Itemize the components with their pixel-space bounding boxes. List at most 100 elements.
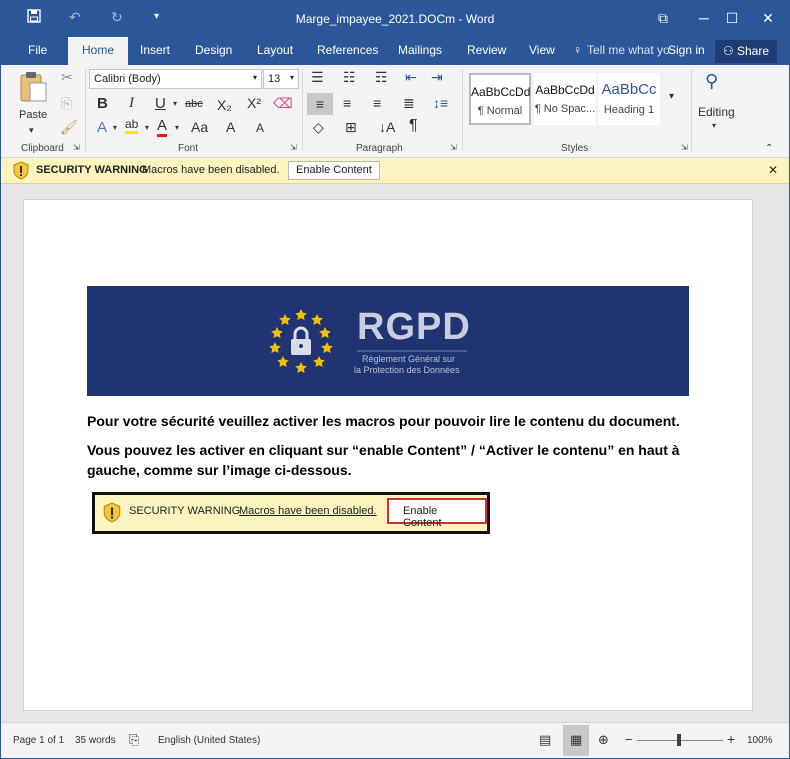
style-name: ¶ Normal bbox=[477, 105, 523, 117]
decrease-indent-icon[interactable]: ⇤ bbox=[405, 69, 417, 86]
justify-icon[interactable]: ≣ bbox=[403, 95, 415, 112]
styles-group-label: Styles bbox=[561, 143, 589, 154]
status-bar: Page 1 of 1 35 words ⎘ English (United S… bbox=[1, 722, 789, 758]
chevron-down-icon: ▾ bbox=[289, 73, 294, 82]
tab-references[interactable]: References bbox=[317, 43, 378, 57]
grow-font-button[interactable]: A bbox=[226, 119, 235, 135]
collapse-ribbon-icon[interactable]: ⌃ bbox=[765, 143, 773, 154]
search-icon[interactable]: ⚲ bbox=[705, 71, 718, 92]
enable-content-button[interactable]: Enable Content bbox=[288, 161, 380, 180]
underline-button[interactable]: U bbox=[155, 95, 166, 112]
editing-dropdown-icon[interactable]: ▾ bbox=[712, 121, 716, 130]
maximize-button[interactable]: ☐ bbox=[717, 7, 747, 29]
tab-mailings[interactable]: Mailings bbox=[398, 43, 442, 57]
cut-icon[interactable]: ✂ bbox=[61, 69, 73, 86]
banner-subtitle-2: la Protection des Données bbox=[354, 365, 460, 375]
shield-warning-icon bbox=[103, 502, 121, 526]
italic-button[interactable]: I bbox=[129, 95, 134, 112]
copy-icon[interactable]: ⎘ bbox=[61, 95, 72, 112]
sign-in-link[interactable]: Sign in bbox=[668, 43, 705, 57]
close-button[interactable]: ✕ bbox=[753, 7, 783, 29]
tell-me-icon[interactable]: ♀ bbox=[573, 43, 582, 57]
tab-view[interactable]: View bbox=[529, 43, 555, 57]
proofing-icon[interactable]: ⎘ bbox=[129, 732, 139, 748]
editing-button[interactable]: Editing bbox=[698, 105, 735, 119]
styles-more-icon[interactable]: ▾ bbox=[669, 91, 674, 102]
highlight-icon[interactable]: ab bbox=[125, 117, 139, 134]
zoom-in-button[interactable]: + bbox=[727, 731, 735, 747]
font-launcher-icon[interactable]: ⇲ bbox=[290, 143, 297, 152]
bold-button[interactable]: B bbox=[97, 95, 108, 112]
borders-icon[interactable]: ⊞ bbox=[345, 119, 357, 136]
tab-review[interactable]: Review bbox=[467, 43, 506, 57]
format-painter-icon[interactable]: 🖌 bbox=[60, 119, 78, 136]
highlight-dropdown-icon[interactable]: ▾ bbox=[145, 123, 149, 132]
bullets-icon[interactable]: ☰ bbox=[311, 69, 324, 86]
web-layout-icon[interactable]: ⊕ bbox=[598, 732, 609, 748]
tab-design[interactable]: Design bbox=[195, 43, 232, 57]
increase-indent-icon[interactable]: ⇥ bbox=[431, 69, 443, 86]
document-page[interactable]: RGPD Règlement Général sur la Protection… bbox=[23, 199, 753, 711]
text-effects-dropdown-icon[interactable]: ▾ bbox=[113, 123, 117, 132]
style-sample: AaBbCcDd bbox=[471, 85, 531, 99]
security-warning-title: SECURITY WARNING bbox=[36, 164, 148, 176]
clear-formatting-icon[interactable]: ⌫ bbox=[273, 95, 293, 112]
sort-icon[interactable]: ↓A bbox=[379, 119, 395, 135]
tell-me-input[interactable]: Tell me what yo bbox=[587, 43, 670, 57]
minimize-button[interactable]: ─ bbox=[689, 7, 719, 29]
word-count[interactable]: 35 words bbox=[75, 735, 116, 746]
fake-warning-title: SECURITY WARNING bbox=[129, 505, 241, 517]
style-normal[interactable]: AaBbCcDd ¶ Normal bbox=[469, 73, 531, 125]
align-center-icon[interactable]: ≡ bbox=[343, 95, 351, 111]
print-layout-button[interactable]: ▦ bbox=[563, 725, 589, 756]
read-mode-icon[interactable]: ▤ bbox=[539, 732, 551, 748]
font-size-field[interactable]: 13 ▾ bbox=[263, 69, 299, 89]
paste-label[interactable]: Paste bbox=[19, 109, 47, 121]
font-color-icon[interactable]: A bbox=[157, 117, 168, 137]
multilevel-list-icon[interactable]: ☶ bbox=[375, 69, 388, 86]
change-case-button[interactable]: Aa bbox=[191, 119, 208, 135]
zoom-out-button[interactable]: − bbox=[625, 732, 633, 747]
clipboard-launcher-icon[interactable]: ⇲ bbox=[73, 143, 80, 152]
align-right-icon[interactable]: ≡ bbox=[373, 95, 381, 111]
paste-icon[interactable] bbox=[17, 71, 49, 105]
font-name-value: Calibri (Body) bbox=[94, 73, 161, 85]
banner-title: RGPD bbox=[357, 306, 471, 348]
style-name: Heading 1 bbox=[603, 104, 655, 116]
page-count[interactable]: Page 1 of 1 bbox=[13, 735, 64, 746]
align-left-icon[interactable]: ≡ bbox=[307, 93, 333, 115]
style-name: ¶ No Spac... bbox=[534, 103, 596, 115]
tab-insert[interactable]: Insert bbox=[140, 43, 170, 57]
language[interactable]: English (United States) bbox=[158, 735, 260, 746]
styles-launcher-icon[interactable]: ⇲ bbox=[681, 143, 688, 152]
zoom-slider-thumb[interactable] bbox=[677, 734, 681, 746]
paste-dropdown-icon[interactable]: ▾ bbox=[29, 125, 34, 136]
style-heading-1[interactable]: AaBbCc Heading 1 bbox=[598, 73, 660, 125]
ribbon-tabs: File Home Insert Design Layout Reference… bbox=[1, 37, 789, 65]
superscript-button[interactable]: X² bbox=[247, 95, 261, 111]
zoom-level[interactable]: 100% bbox=[747, 735, 773, 746]
font-name-field[interactable]: Calibri (Body) ▾ bbox=[89, 69, 262, 89]
text-effects-icon[interactable]: A bbox=[97, 119, 107, 136]
shading-icon[interactable]: ◇ bbox=[313, 119, 324, 136]
tab-file[interactable]: File bbox=[28, 43, 47, 57]
share-button[interactable]: ⚇ Share bbox=[714, 40, 777, 63]
subscript-button[interactable]: X₂ bbox=[217, 97, 232, 113]
shrink-font-button[interactable]: A bbox=[256, 121, 264, 135]
shield-warning-icon bbox=[13, 161, 29, 183]
underline-dropdown-icon[interactable]: ▾ bbox=[173, 99, 177, 108]
show-marks-button[interactable]: ¶ bbox=[409, 117, 418, 135]
tab-layout[interactable]: Layout bbox=[257, 43, 293, 57]
font-color-dropdown-icon[interactable]: ▾ bbox=[175, 123, 179, 132]
tab-home[interactable]: Home bbox=[68, 37, 129, 65]
ribbon-display-icon[interactable]: ⧉ bbox=[648, 7, 678, 29]
close-bar-icon[interactable]: ✕ bbox=[768, 163, 778, 177]
divider bbox=[302, 69, 303, 151]
title-bar: ↶ ↻ ▾ Marge_impayee_2021.DOCm - Word ⧉ ─… bbox=[1, 1, 789, 37]
style-no-spacing[interactable]: AaBbCcDd ¶ No Spac... bbox=[534, 73, 596, 125]
style-sample: AaBbCcDd bbox=[535, 83, 595, 97]
paragraph-launcher-icon[interactable]: ⇲ bbox=[450, 143, 457, 152]
numbering-icon[interactable]: ☷ bbox=[343, 69, 356, 86]
line-spacing-icon[interactable]: ↕≡ bbox=[433, 95, 448, 111]
strikethrough-button[interactable]: abc bbox=[185, 98, 203, 110]
